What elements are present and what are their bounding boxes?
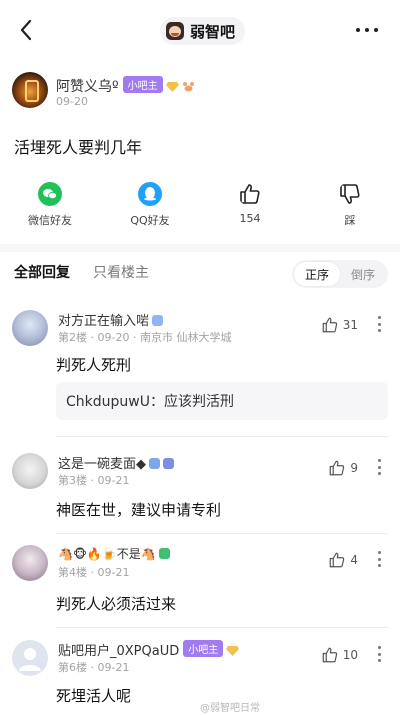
post-author-row: 阿赞义乌º 小吧主 09-20 [12, 72, 388, 116]
comment-date: 09-20 [97, 331, 130, 344]
reply-tabs: 全部回复 只看楼主 正序 倒序 [0, 252, 400, 292]
moderator-badge: 小吧主 [122, 76, 163, 93]
forum-pill[interactable]: 弱智吧 [160, 17, 246, 45]
back-arrow-icon[interactable] [14, 16, 40, 44]
commenter-name[interactable]: 这是一碗麦面◆ [58, 453, 174, 472]
thumbs-up-icon [330, 460, 345, 476]
tab-all-replies[interactable]: 全部回复 [14, 262, 70, 282]
commenter-avatar[interactable] [12, 310, 48, 346]
commenter-avatar[interactable] [12, 640, 48, 676]
post-title: 活埋死人要判几年 [14, 138, 143, 157]
share-qq-label: QQ好友 [130, 214, 170, 227]
commenter-name[interactable]: 对方正在输入啱 [58, 310, 164, 329]
floor-number: 第6楼 [58, 661, 87, 674]
share-qq-button[interactable]: QQ好友 [100, 182, 200, 232]
thumbs-up-icon [322, 317, 337, 333]
comment-like-count: 31 [342, 318, 358, 332]
comment-text: 神医在世，建议申请专利 [56, 501, 222, 519]
qq-icon [138, 182, 162, 206]
floor-number: 第4楼 [58, 566, 87, 579]
comment-like-button[interactable]: 9 [328, 459, 358, 477]
commenter-name-text: 🐴🐵🔥🍺不是🐴 [58, 547, 156, 561]
comment-date: 09-21 [97, 474, 130, 487]
comment-more-icon[interactable] [378, 316, 382, 332]
gem-badge-icon [165, 82, 179, 92]
forum-logo-icon [166, 22, 184, 40]
top-nav: 弱智吧 [0, 0, 400, 62]
sort-desc-button[interactable]: 倒序 [340, 262, 386, 286]
level-badge-icon [149, 458, 160, 469]
more-options-icon[interactable] [356, 22, 380, 38]
comment-more-icon[interactable] [378, 646, 382, 662]
sort-asc-button[interactable]: 正序 [294, 262, 340, 286]
comment-divider [56, 436, 388, 437]
comment-item: 对方正在输入啱 第2楼 · 09-20 · 南京市 仙林大学城 31 判死人死刑… [0, 310, 400, 438]
comment-like-button[interactable]: 31 [321, 316, 358, 334]
sub-reply[interactable]: ChkdupuwU：应该判活刑 [56, 382, 388, 420]
share-wechat-button[interactable]: 微信好友 [0, 182, 100, 232]
level-badge-icon [158, 548, 170, 559]
sort-toggle: 正序 倒序 [292, 260, 388, 288]
comment-item: 🐴🐵🔥🍺不是🐴 第4楼 · 09-21 4 判死人必须活过来 [0, 545, 400, 628]
watermark: @弱智吧日常 [200, 703, 260, 714]
commenter-name-text: 贴吧用户_0XPQaUD [58, 644, 180, 659]
author-name-text: 阿赞义乌º [56, 79, 119, 95]
commenter-name-text: 对方正在输入啱 [58, 314, 150, 329]
wechat-icon [38, 182, 62, 206]
comment-location: 南京市 仙林大学城 [139, 331, 232, 344]
comment-like-button[interactable]: 10 [321, 646, 358, 664]
tab-owner-only[interactable]: 只看楼主 [93, 262, 149, 282]
comment-like-count: 9 [350, 461, 358, 475]
commenter-avatar[interactable] [12, 545, 48, 581]
commenter-name-text: 这是一碗麦面◆ [58, 457, 146, 472]
paw-badge-icon [182, 82, 194, 92]
like-count: 154 [239, 212, 261, 225]
commenter-name[interactable]: 🐴🐵🔥🍺不是🐴 [58, 545, 170, 562]
post-date: 09-20 [56, 95, 88, 108]
like-button[interactable]: 154 [200, 182, 300, 232]
gem-badge-icon [226, 646, 240, 656]
comment-date: 09-21 [97, 661, 130, 674]
floor-number: 第3楼 [58, 474, 87, 487]
thumbs-up-icon [330, 552, 345, 568]
comment-text: 判死人必须活过来 [56, 595, 177, 613]
forum-name: 弱智吧 [190, 22, 236, 41]
section-divider [0, 244, 400, 252]
comment-more-icon[interactable] [378, 459, 382, 475]
comment-more-icon[interactable] [378, 551, 382, 567]
comment-meta: 第3楼 · 09-21 [58, 474, 130, 487]
level-badge-icon [152, 315, 164, 326]
comment-date: 09-21 [97, 566, 130, 579]
comment-like-button[interactable]: 4 [328, 551, 358, 569]
default-user-icon [19, 648, 41, 671]
comment-text: 死埋活人呢 [56, 687, 132, 705]
dislike-button[interactable]: 踩 [300, 182, 400, 232]
aries-badge-icon [163, 458, 174, 469]
post-actions: 微信好友 QQ好友 154 踩 [0, 182, 400, 232]
dislike-label: 踩 [344, 214, 356, 227]
comment-like-count: 4 [350, 553, 358, 567]
author-name[interactable]: 阿赞义乌º 小吧主 [56, 76, 195, 96]
comment-meta: 第6楼 · 09-21 [58, 661, 130, 674]
comment-meta: 第4楼 · 09-21 [58, 566, 130, 579]
comment-divider [56, 533, 388, 534]
comment-meta: 第2楼 · 09-20 · 南京市 仙林大学城 [58, 331, 232, 344]
comment-text: 判死人死刑 [56, 356, 132, 374]
floor-number: 第2楼 [58, 331, 87, 344]
commenter-avatar[interactable] [12, 453, 48, 489]
thumbs-up-icon [240, 184, 260, 204]
thumbs-up-icon [322, 647, 337, 663]
comment-item: 这是一碗麦面◆ 第3楼 · 09-21 9 神医在世，建议申请专利 [0, 453, 400, 534]
author-avatar[interactable] [12, 72, 48, 108]
comment-divider [56, 627, 388, 628]
comment-like-count: 10 [342, 648, 358, 662]
share-wechat-label: 微信好友 [28, 214, 72, 227]
commenter-name[interactable]: 贴吧用户_0XPQaUD 小吧主 [58, 640, 240, 659]
thumbs-down-icon [340, 184, 360, 204]
moderator-badge: 小吧主 [183, 640, 224, 657]
